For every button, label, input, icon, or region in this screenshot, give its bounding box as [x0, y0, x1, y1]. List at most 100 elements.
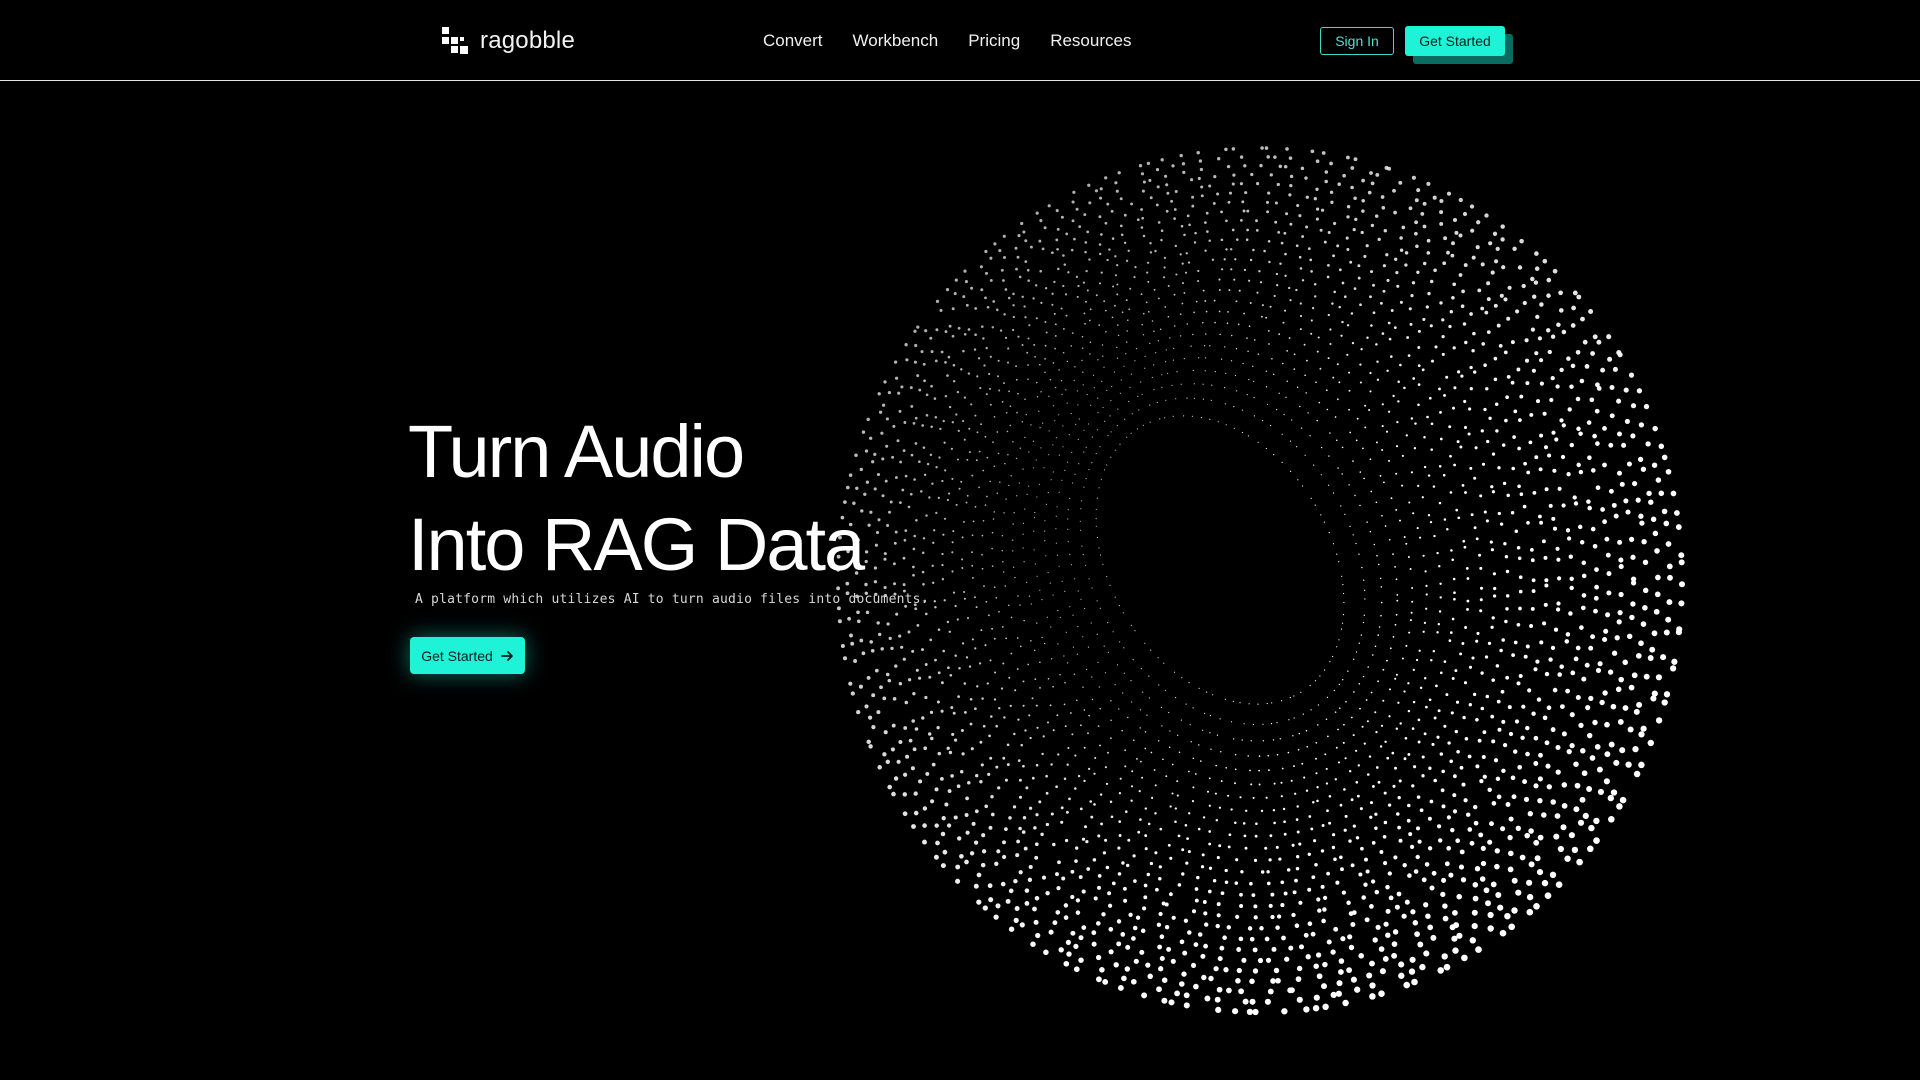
torus-dot [1262, 723, 1264, 725]
torus-dot [1661, 508, 1668, 515]
torus-dot [1156, 185, 1160, 189]
torus-dot [1291, 419, 1293, 421]
torus-dot [1276, 283, 1279, 287]
sign-in-button[interactable]: Sign In [1320, 27, 1394, 55]
torus-dot [1446, 191, 1452, 196]
torus-dot [1613, 759, 1620, 766]
torus-dot [1325, 389, 1328, 392]
torus-dot [1508, 923, 1516, 931]
torus-dot [964, 280, 968, 284]
torus-dot [1630, 601, 1636, 607]
torus-dot [1651, 630, 1658, 637]
torus-dot [1516, 546, 1521, 550]
torus-dot [960, 368, 963, 371]
torus-dot [1013, 566, 1015, 568]
nav-item-convert[interactable]: Convert [763, 28, 823, 54]
torus-dot [1352, 227, 1356, 232]
torus-dot [1170, 199, 1174, 203]
hero-title: Turn Audio Into RAG Data [408, 405, 865, 591]
torus-dot [1341, 890, 1347, 895]
torus-dot [1497, 904, 1504, 911]
torus-dot [883, 380, 887, 384]
torus-dot [1579, 540, 1585, 545]
torus-dot [1242, 209, 1246, 213]
torus-dot [1361, 566, 1363, 569]
torus-dot [1539, 640, 1544, 645]
torus-dot [1200, 865, 1205, 869]
torus-dot [924, 695, 928, 700]
torus-dot [1093, 387, 1095, 389]
torus-dot [1429, 279, 1434, 284]
torus-dot [963, 682, 967, 685]
torus-dot [1240, 219, 1243, 222]
torus-dot [1054, 420, 1056, 422]
torus-dot [929, 638, 933, 642]
torus-dot [1136, 758, 1138, 760]
torus-dot [1248, 279, 1251, 282]
torus-dot [1041, 422, 1044, 424]
torus-dot [1011, 328, 1015, 332]
torus-dot [1487, 911, 1494, 919]
torus-dot [1380, 614, 1382, 617]
torus-dot [1379, 301, 1383, 305]
torus-dot [934, 823, 939, 828]
torus-dot [1364, 917, 1370, 923]
torus-dot [1336, 646, 1338, 648]
brand-logo-link[interactable]: ragobble [442, 26, 575, 56]
hero-get-started-button[interactable]: Get Started [410, 637, 525, 674]
torus-dot [1566, 536, 1572, 541]
torus-dot [1260, 146, 1264, 150]
torus-dot [1114, 274, 1117, 277]
torus-dot [1474, 446, 1478, 450]
torus-dot [1096, 497, 1098, 499]
torus-dot [1501, 719, 1506, 724]
torus-dot [1469, 312, 1473, 316]
torus-dot [1161, 977, 1168, 983]
torus-dot [1594, 567, 1599, 572]
torus-dot [1092, 374, 1095, 377]
torus-dot [1310, 332, 1313, 335]
torus-dot [1055, 437, 1057, 439]
torus-dot [1426, 238, 1431, 243]
torus-dot [1556, 322, 1561, 328]
torus-dot [1144, 355, 1146, 358]
torus-dot [1385, 932, 1391, 938]
torus-dot [1604, 721, 1610, 728]
torus-dot [1414, 422, 1417, 425]
torus-dot [1537, 834, 1544, 841]
torus-dot [913, 810, 919, 816]
torus-dot [1586, 420, 1592, 425]
torus-dot [1409, 322, 1413, 326]
torus-dot [1051, 303, 1054, 306]
torus-dot [1665, 616, 1672, 623]
torus-dot [1083, 312, 1086, 315]
torus-dot [1168, 999, 1175, 1006]
torus-dot [1146, 271, 1149, 274]
header-get-started-button[interactable]: Get Started [1405, 26, 1505, 56]
torus-dot [1533, 280, 1539, 285]
torus-dot [1018, 795, 1023, 799]
torus-dot [1365, 869, 1370, 874]
torus-dot [967, 780, 971, 785]
torus-dot [1171, 763, 1174, 766]
torus-dot [921, 716, 925, 720]
torus-dot [1534, 251, 1539, 256]
torus-dot [1423, 732, 1427, 736]
torus-dot [1293, 368, 1296, 370]
torus-dot [878, 410, 883, 414]
torus-dot [1372, 283, 1375, 287]
torus-dot [1647, 655, 1654, 661]
torus-dot [1407, 682, 1410, 685]
torus-dot [1439, 671, 1443, 675]
nav-item-resources[interactable]: Resources [1050, 28, 1131, 54]
torus-dot [1216, 734, 1219, 736]
torus-dot [1423, 902, 1429, 908]
nav-item-pricing[interactable]: Pricing [968, 28, 1020, 54]
torus-dot [971, 534, 974, 537]
torus-dot [1006, 763, 1010, 767]
torus-dot [853, 659, 858, 663]
torus-dot [1630, 403, 1637, 409]
torus-dot [1008, 390, 1011, 393]
nav-item-workbench[interactable]: Workbench [853, 28, 939, 54]
torus-dot [1533, 902, 1540, 910]
